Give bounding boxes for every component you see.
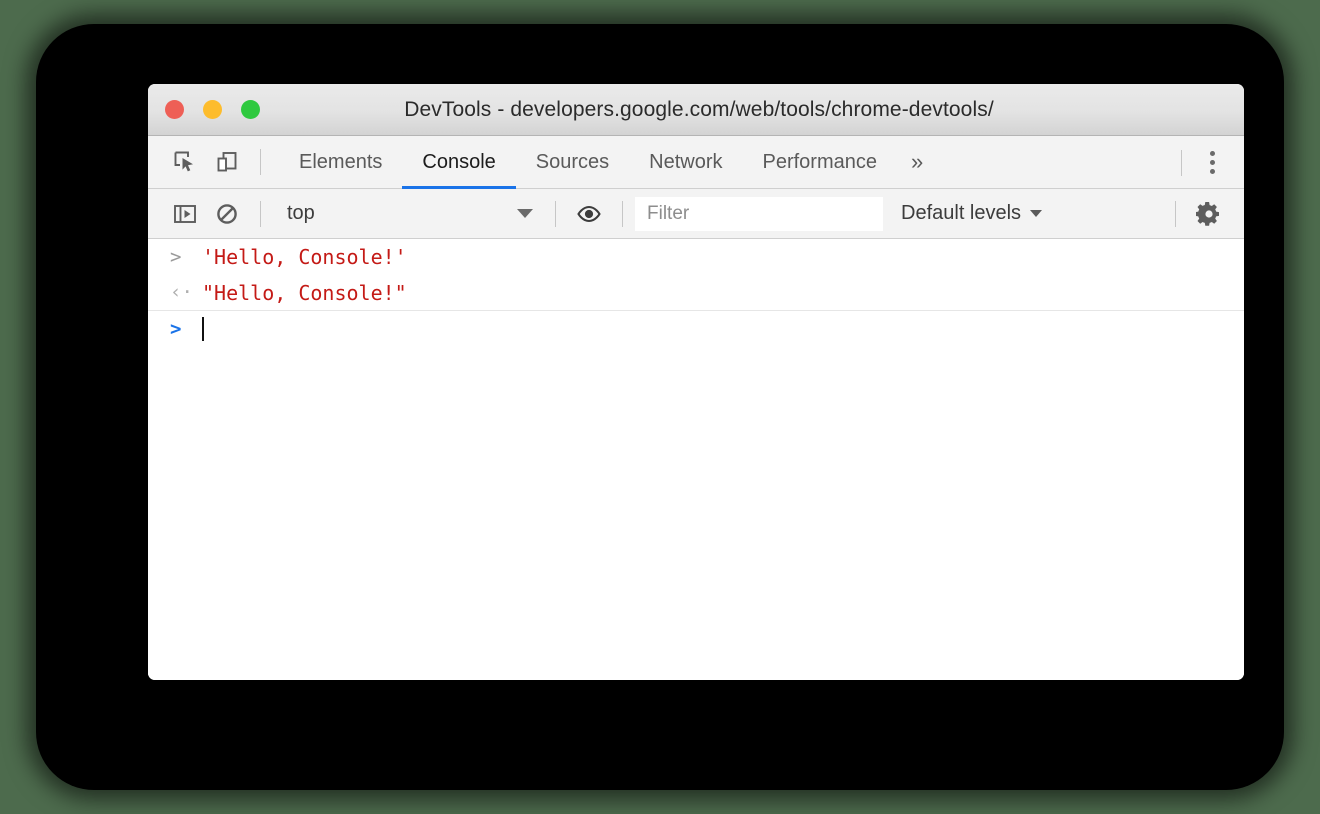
- tab-performance[interactable]: Performance: [743, 136, 898, 189]
- console-toolbar-right: [1163, 189, 1244, 239]
- minimize-window-button[interactable]: [203, 100, 222, 119]
- log-levels-dropdown[interactable]: Default levels: [901, 202, 1043, 225]
- settings-gear-icon[interactable]: [1188, 194, 1230, 234]
- toolbar-divider: [555, 200, 556, 227]
- tab-console[interactable]: Console: [402, 136, 517, 189]
- console-prompt-row[interactable]: >: [148, 311, 1244, 347]
- maximize-window-button[interactable]: [241, 100, 260, 119]
- panel-tabs: Elements Console Sources Network Perform…: [279, 136, 937, 189]
- filter-input[interactable]: [635, 196, 883, 231]
- tab-label: Performance: [762, 150, 878, 173]
- tab-network[interactable]: Network: [629, 136, 742, 189]
- title-bar: DevTools - developers.google.com/web/too…: [148, 84, 1244, 136]
- prompt-chevron-icon: >: [170, 317, 182, 340]
- console-input-text: 'Hello, Console!': [202, 245, 407, 269]
- clear-console-icon[interactable]: [206, 194, 248, 234]
- device-frame: DevTools - developers.google.com/web/too…: [36, 24, 1284, 790]
- toolbar-divider: [260, 200, 261, 227]
- text-cursor: [202, 317, 204, 341]
- create-live-expression-icon[interactable]: [568, 194, 610, 234]
- more-tabs-icon[interactable]: »: [897, 136, 937, 189]
- toolbar-divider: [622, 200, 623, 227]
- toolbar-divider: [1181, 149, 1182, 176]
- more-tabs-label: »: [911, 149, 924, 174]
- execution-context-label: top: [287, 202, 315, 224]
- inspect-element-icon[interactable]: [164, 142, 206, 182]
- show-console-sidebar-icon[interactable]: [164, 194, 206, 234]
- tab-bar-right: [1169, 136, 1244, 189]
- toolbar-divider: [260, 149, 261, 175]
- execution-context-selector[interactable]: top: [273, 196, 543, 232]
- console-output[interactable]: > 'Hello, Console!' ‹· "Hello, Console!"…: [148, 239, 1244, 680]
- input-chevron-icon: >: [170, 245, 182, 268]
- close-window-button[interactable]: [165, 100, 184, 119]
- chevron-down-icon: [517, 209, 533, 218]
- console-toolbar: top Default levels: [148, 189, 1244, 239]
- tab-elements[interactable]: Elements: [279, 136, 402, 189]
- console-input-row: > 'Hello, Console!': [148, 239, 1244, 275]
- device-toolbar-icon[interactable]: [206, 142, 248, 182]
- more-vertical-icon[interactable]: [1194, 145, 1230, 181]
- tab-sources[interactable]: Sources: [516, 136, 629, 189]
- result-chevron-icon: ‹·: [170, 281, 193, 303]
- window-title: DevTools - developers.google.com/web/too…: [404, 97, 994, 121]
- devtools-window: DevTools - developers.google.com/web/too…: [148, 84, 1244, 680]
- devtools-tab-bar: Elements Console Sources Network Perform…: [148, 136, 1244, 189]
- window-controls: [165, 84, 260, 135]
- tab-label: Network: [649, 150, 723, 173]
- toolbar-divider: [1175, 201, 1176, 227]
- log-levels-label: Default levels: [901, 202, 1022, 224]
- chevron-down-icon: [1030, 210, 1043, 217]
- tab-label: Sources: [535, 150, 610, 173]
- console-result-text: "Hello, Console!": [202, 280, 407, 305]
- tab-label: Elements: [299, 150, 383, 173]
- console-result-row: ‹· "Hello, Console!": [148, 275, 1244, 311]
- tab-label: Console: [422, 150, 496, 173]
